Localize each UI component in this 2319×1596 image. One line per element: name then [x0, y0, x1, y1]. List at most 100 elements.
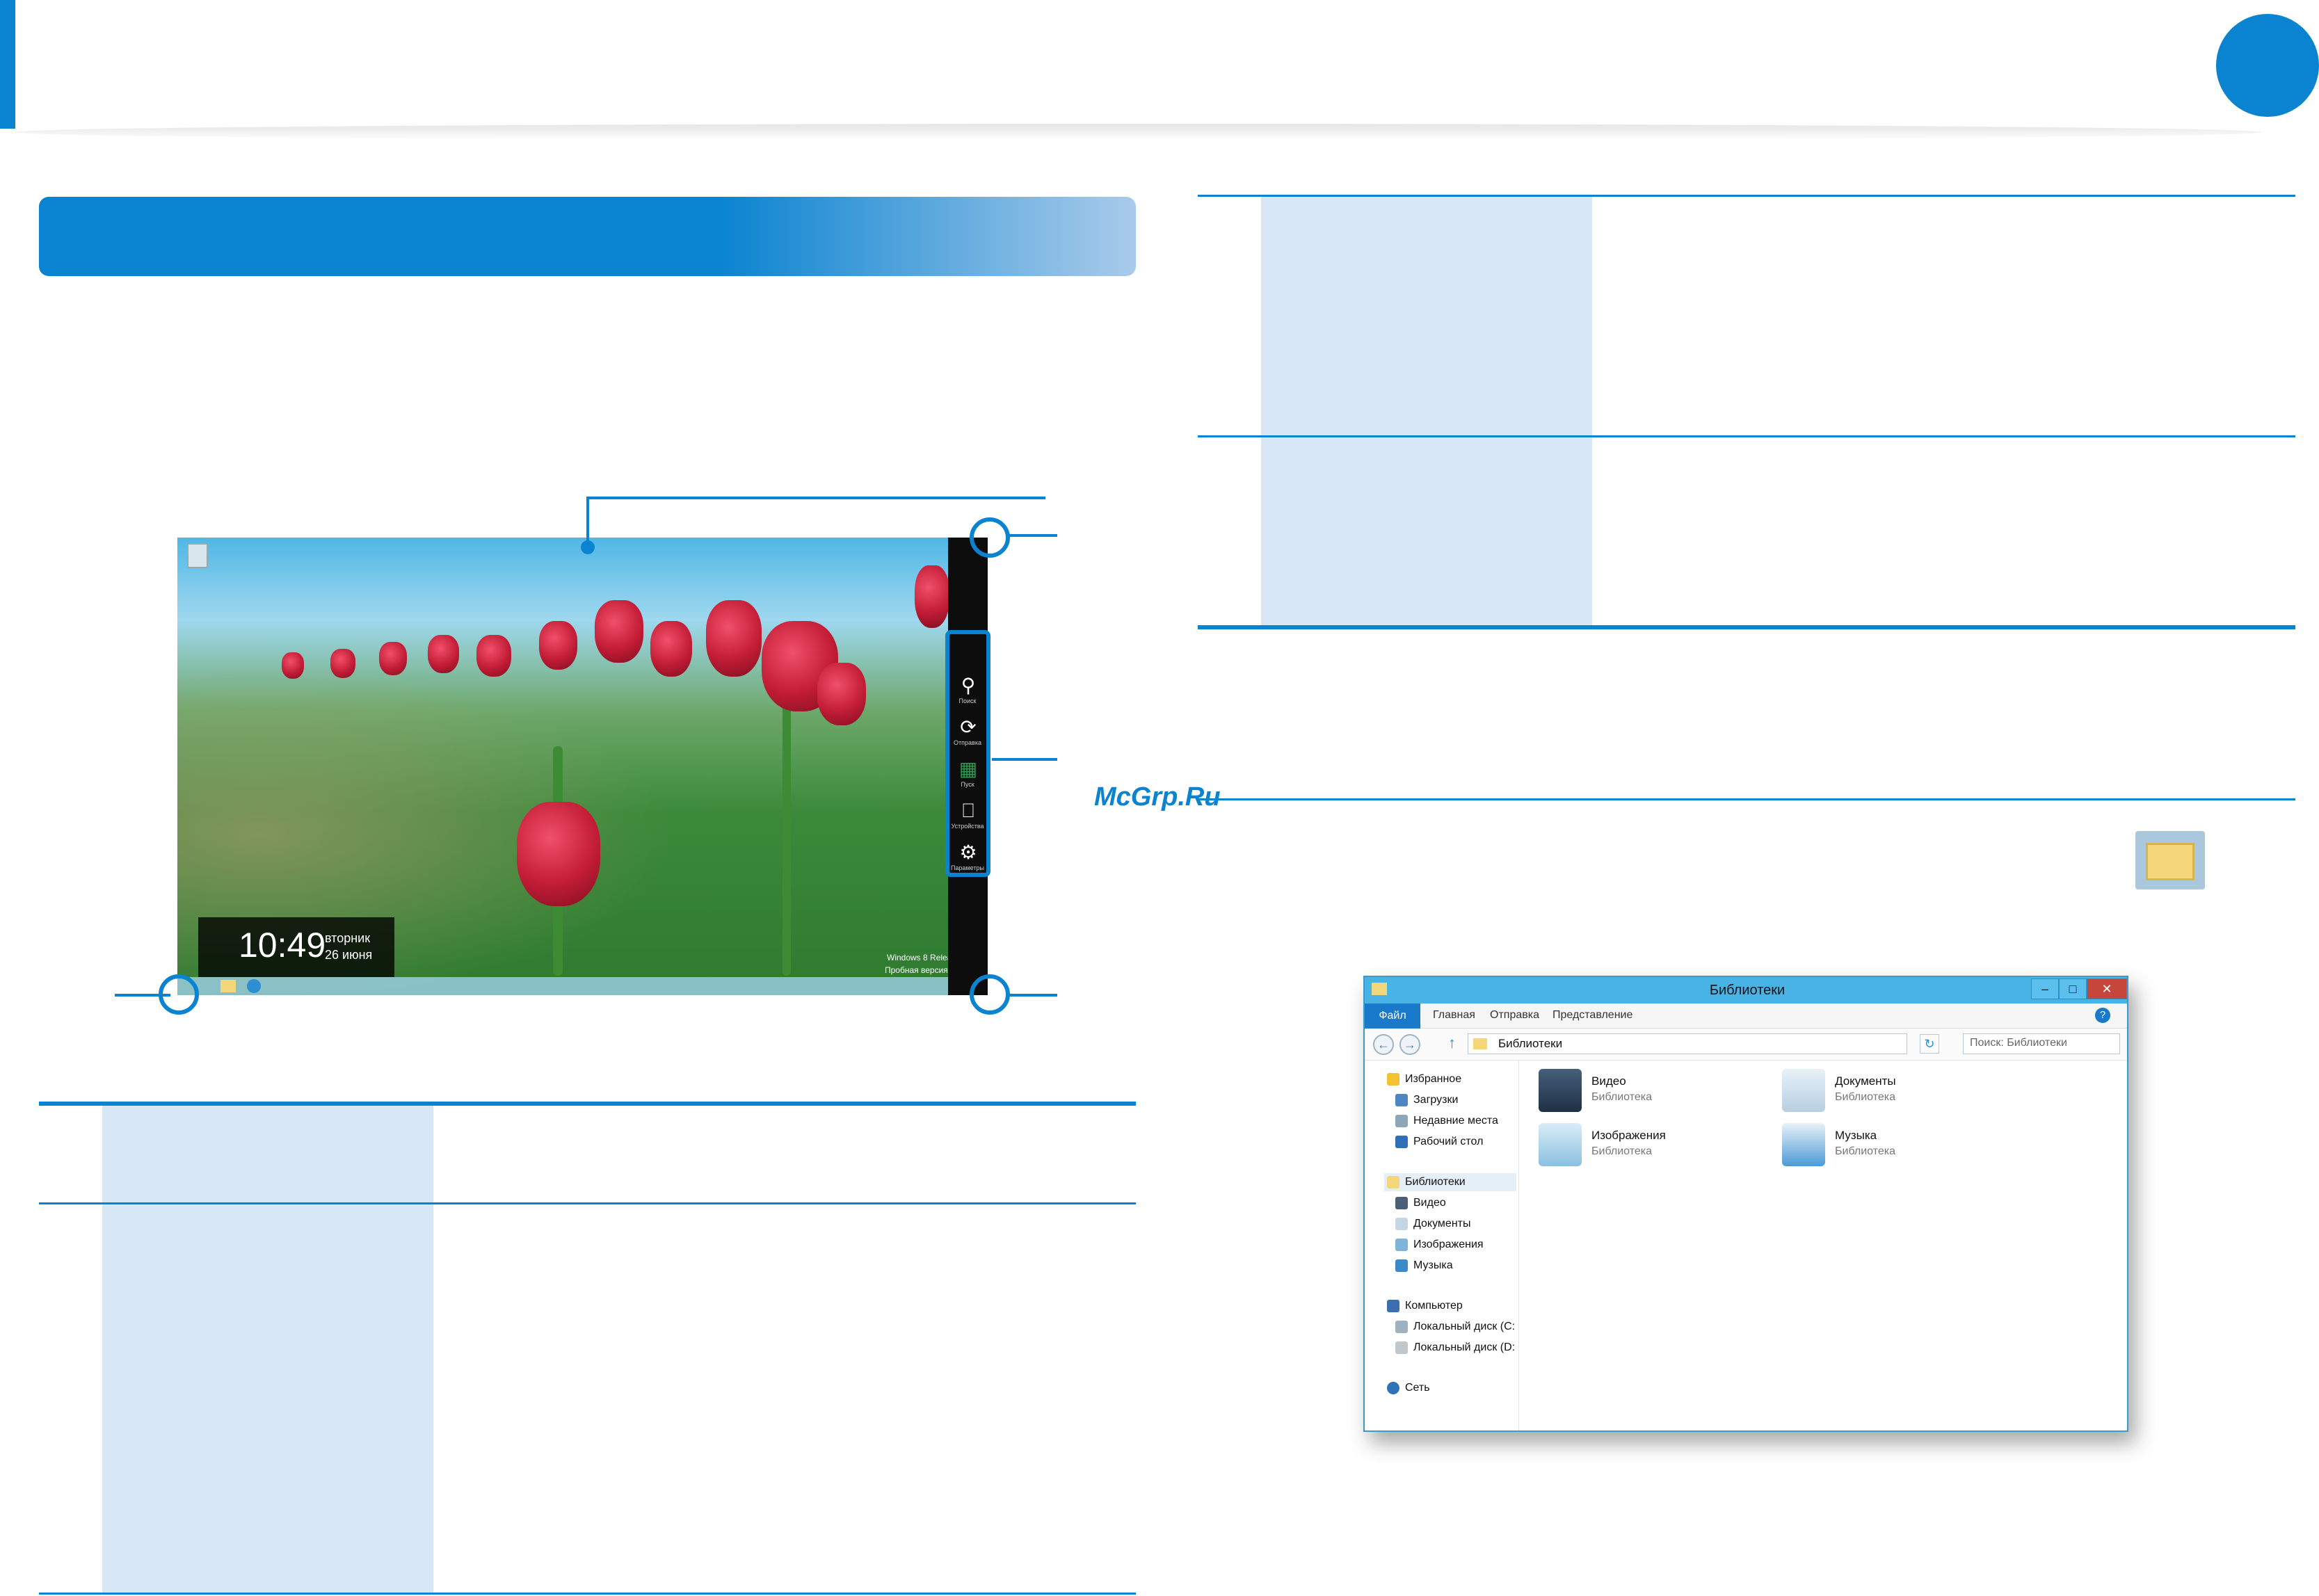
nav-item-recent-places[interactable]: Недавние места [1413, 1115, 1498, 1127]
library-name-music[interactable]: Музыка [1835, 1129, 1877, 1143]
nav-item-desktop[interactable]: Рабочий стол [1413, 1136, 1483, 1148]
library-name-video[interactable]: Видео [1591, 1074, 1626, 1088]
callout-ring-top-right [970, 517, 1010, 558]
downloads-icon [1395, 1094, 1408, 1106]
nav-item-music[interactable]: Музыка [1413, 1259, 1453, 1272]
header-accent-bar [0, 0, 15, 129]
tulip [817, 663, 866, 725]
forward-arrow-icon[interactable]: → [1399, 1034, 1420, 1055]
documents-icon [1395, 1218, 1408, 1230]
callout-ring-bottom-right [970, 974, 1010, 1015]
taskbar[interactable] [177, 977, 948, 995]
library-name-pictures[interactable]: Изображения [1591, 1129, 1666, 1143]
pictures-icon [1395, 1239, 1408, 1251]
nav-item-documents[interactable]: Документы [1413, 1218, 1470, 1230]
nav-item-downloads[interactable]: Загрузки [1413, 1094, 1458, 1106]
nav-item-disk-c[interactable]: Локальный диск (C: [1413, 1321, 1515, 1333]
table-label-cell [1261, 197, 1592, 435]
library-name-documents[interactable]: Документы [1835, 1074, 1896, 1088]
tab-home[interactable]: Главная [1433, 1009, 1475, 1022]
nav-item-libraries[interactable]: Библиотеки [1405, 1176, 1466, 1188]
clock-date: 26 июня [325, 948, 373, 962]
tulip [517, 802, 600, 906]
table-bottom-rule [39, 1593, 1136, 1595]
minimize-button[interactable]: – [2031, 978, 2059, 999]
explorer-window: Библиотеки – □ ✕ Файл Главная Отправка П… [1363, 976, 2128, 1432]
refresh-icon[interactable]: ↻ [1920, 1034, 1939, 1054]
section-banner [39, 197, 1136, 276]
disk-icon [1395, 1321, 1408, 1333]
search-placeholder: Поиск: Библиотеки [1970, 1037, 2067, 1049]
pictures-library-icon[interactable] [1539, 1123, 1582, 1166]
callout-dot-desktop [581, 540, 595, 554]
desktop-screenshot: 10:49 вторник 26 июня Windows 8 Release … [177, 538, 988, 995]
up-arrow-icon[interactable]: ↑ [1448, 1034, 1456, 1052]
header-divider [15, 124, 2262, 140]
documents-library-icon[interactable] [1782, 1069, 1825, 1112]
window-title: Библиотеки [1709, 983, 1786, 998]
ie-taskbar-icon[interactable] [247, 979, 261, 993]
star-icon [1387, 1073, 1399, 1086]
tulip-stem [783, 698, 791, 976]
nav-item-pictures[interactable]: Изображения [1413, 1239, 1484, 1251]
video-icon [1395, 1197, 1408, 1209]
tulip [539, 621, 577, 670]
table-bottom-rule [1198, 625, 2295, 629]
back-arrow-icon[interactable]: ← [1373, 1034, 1394, 1055]
computer-icon [1387, 1300, 1399, 1312]
callout-ring-bottom-left [159, 974, 199, 1015]
nav-item-network[interactable]: Сеть [1405, 1382, 1430, 1394]
tulip [330, 649, 355, 678]
explorer-taskbar-icon[interactable] [220, 980, 236, 992]
libraries-icon [1387, 1176, 1399, 1188]
callout-line-desktop [586, 497, 1045, 499]
page-number-badge [2216, 14, 2319, 117]
recent-places-icon [1395, 1115, 1408, 1127]
maximize-button[interactable]: □ [2059, 978, 2087, 999]
table-label-cell [102, 1106, 433, 1203]
tulip [706, 600, 762, 677]
video-library-icon[interactable] [1539, 1069, 1582, 1112]
tab-share[interactable]: Отправка [1490, 1009, 1539, 1022]
music-icon [1395, 1259, 1408, 1272]
desktop-icon [1395, 1136, 1408, 1148]
library-type-documents: Библиотека [1835, 1091, 1895, 1103]
nav-item-disk-d[interactable]: Локальный диск (D: [1413, 1341, 1515, 1354]
nav-item-favorites[interactable]: Избранное [1405, 1073, 1461, 1086]
table-label-cell [1261, 437, 1592, 625]
callout-line-charms [992, 758, 1057, 761]
folder-icon [2146, 843, 2194, 880]
library-type-pictures: Библиотека [1591, 1145, 1652, 1157]
recycle-bin-icon [187, 543, 208, 568]
ribbon [1365, 1003, 2127, 1029]
charms-highlight-box [945, 630, 990, 877]
build-watermark-line2: Пробная версия. B [885, 965, 958, 975]
site-watermark: McGrp.Ru [1094, 782, 1221, 812]
tulip [379, 642, 407, 675]
music-library-icon[interactable] [1782, 1123, 1825, 1166]
nav-item-computer[interactable]: Компьютер [1405, 1300, 1463, 1312]
callout-line-desktop-drop [586, 497, 589, 545]
lock-clock-panel: 10:49 вторник 26 июня [198, 917, 394, 977]
section-divider [1198, 798, 2295, 800]
nav-item-video[interactable]: Видео [1413, 1197, 1446, 1209]
network-icon [1387, 1382, 1399, 1394]
tulip [282, 652, 304, 679]
close-button[interactable]: ✕ [2087, 978, 2127, 999]
tulip [428, 635, 459, 673]
tulip [915, 565, 949, 628]
help-icon[interactable]: ? [2095, 1008, 2110, 1023]
tab-file[interactable]: Файл [1365, 1003, 1420, 1029]
libraries-icon [1473, 1038, 1487, 1049]
table-label-cell [102, 1204, 433, 1594]
callout-line-bottom-right [1009, 994, 1057, 997]
disk-icon [1395, 1341, 1408, 1354]
library-type-music: Библиотека [1835, 1145, 1895, 1157]
tulip [476, 635, 511, 677]
tab-view[interactable]: Представление [1552, 1009, 1632, 1022]
tulip [595, 600, 643, 663]
tulip [650, 621, 692, 677]
clock-time: 10:49 [239, 926, 326, 965]
callout-line-top-corner [1009, 534, 1057, 537]
clock-day: вторник [325, 931, 371, 945]
